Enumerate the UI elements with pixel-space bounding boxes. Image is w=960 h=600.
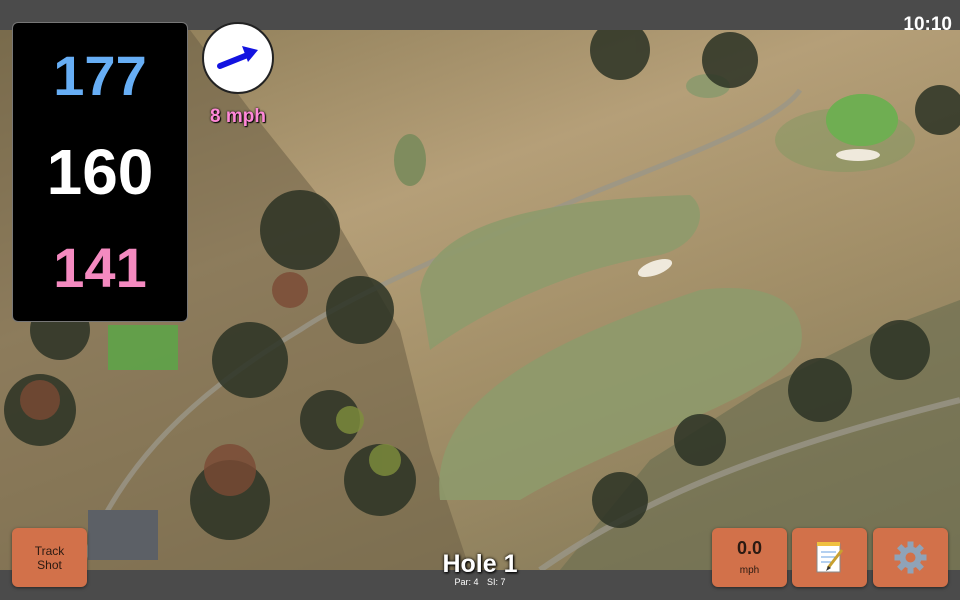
distance-panel: 177 160 141 (12, 22, 188, 322)
hole-par: Par: 4 (454, 577, 479, 587)
notes-button[interactable] (792, 528, 867, 587)
distance-front: 141 (53, 236, 147, 299)
notepad-icon (816, 542, 844, 573)
wind-speed-label: 8 mph (210, 106, 266, 127)
distance-back: 177 (53, 44, 147, 107)
wind-arrow-icon (217, 46, 258, 69)
speed-value: 0.0 (736, 538, 763, 558)
distance-middle: 160 (46, 136, 154, 208)
track-shot-button[interactable]: Track Shot (12, 528, 87, 587)
gear-icon (894, 541, 927, 574)
hole-si: SI: 7 (487, 577, 506, 587)
track-shot-label: Track Shot (34, 544, 65, 572)
wind-indicator (202, 22, 274, 94)
settings-button[interactable] (873, 528, 948, 587)
speed-unit: mph (739, 565, 760, 576)
speed-button[interactable]: 0.0 mph (712, 528, 787, 587)
hole-info: Par: 4 SI: 7 (380, 577, 580, 587)
hole-title: Hole 1 (442, 550, 518, 578)
